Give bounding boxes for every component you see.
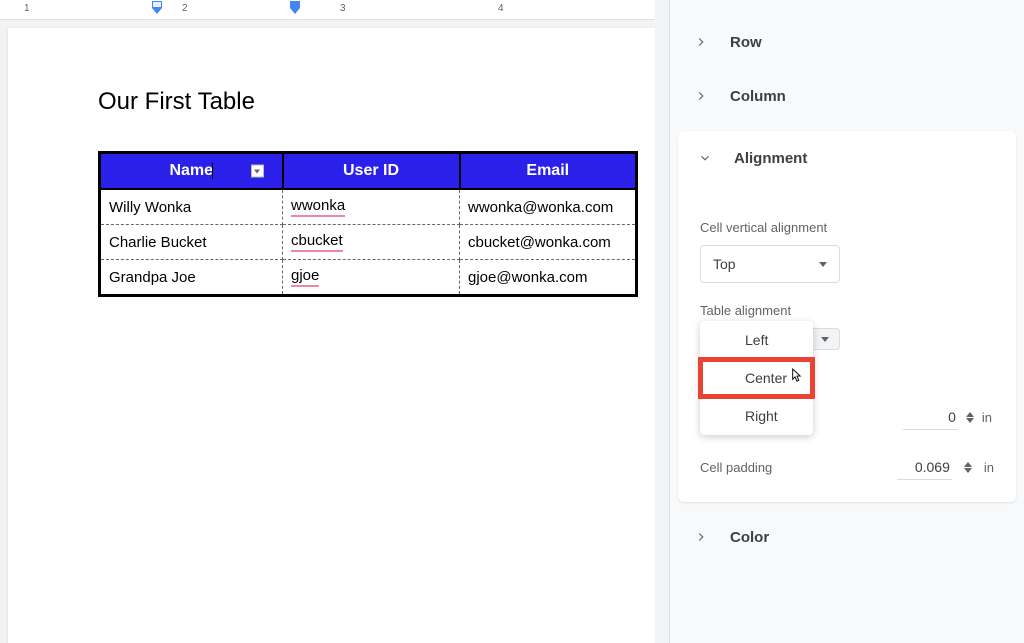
table-properties-sidebar: Row Column Alignment Cell vertical align… xyxy=(669,0,1024,643)
row-section-title: Row xyxy=(730,34,762,51)
table-row[interactable]: Willy Wonka wwonka wwonka@wonka.com xyxy=(100,189,637,225)
table-header-name[interactable]: Name xyxy=(100,153,283,190)
vertical-alignment-dropdown[interactable]: Top xyxy=(700,245,840,283)
cell-padding-input[interactable]: 0.069 xyxy=(897,455,952,480)
table-row[interactable]: Charlie Bucket cbucket cbucket@wonka.com xyxy=(100,225,637,260)
cell-userid[interactable]: gjoe xyxy=(283,260,460,296)
alignment-option-left[interactable]: Left xyxy=(700,321,813,359)
alignment-section: Alignment Cell vertical alignment Top Ta… xyxy=(678,131,1016,502)
table-header-row[interactable]: Name User ID Email xyxy=(100,153,637,190)
stepper-down-icon[interactable] xyxy=(966,418,974,423)
ruler-mark: 3 xyxy=(340,3,346,14)
cell-email[interactable]: gjoe@wonka.com xyxy=(460,260,637,296)
table-alignment-dropdown[interactable]: Left Center Right xyxy=(700,328,840,350)
document-table[interactable]: Name User ID Email Willy Wonka wwonka ww… xyxy=(98,151,638,297)
document-page[interactable]: Our First Table Name User ID Email Willy… xyxy=(8,28,668,643)
row-section[interactable]: Row xyxy=(670,15,1024,69)
alignment-option-right[interactable]: Right xyxy=(700,397,813,435)
cell-userid[interactable]: cbucket xyxy=(283,225,460,260)
chevron-right-icon xyxy=(692,528,710,546)
dropdown-caret-icon xyxy=(819,262,827,267)
stepper-down-icon[interactable] xyxy=(964,468,972,473)
vertical-alignment-label: Cell vertical alignment xyxy=(700,220,994,235)
alignment-section-header[interactable]: Alignment xyxy=(678,131,1016,185)
color-section-title: Color xyxy=(730,529,769,546)
left-indent-stepper[interactable] xyxy=(966,412,974,423)
first-line-indent-marker[interactable] xyxy=(152,1,162,8)
right-indent-marker[interactable] xyxy=(290,1,300,8)
right-indent-marker-handle[interactable] xyxy=(290,8,300,14)
cell-name[interactable]: Charlie Bucket xyxy=(100,225,283,260)
ruler-mark: 4 xyxy=(498,3,504,14)
table-alignment-label: Table alignment xyxy=(700,303,994,318)
left-indent-unit: in xyxy=(982,410,992,425)
cell-userid[interactable]: wwonka xyxy=(283,189,460,225)
ruler-mark: 1 xyxy=(24,3,30,14)
ruler-mark: 2 xyxy=(182,3,188,14)
chevron-right-icon xyxy=(692,33,710,51)
table-header-email[interactable]: Email xyxy=(460,153,637,190)
stepper-up-icon[interactable] xyxy=(966,412,974,417)
alignment-option-center[interactable]: Center xyxy=(700,359,813,397)
chevron-right-icon xyxy=(692,87,710,105)
color-section[interactable]: Color xyxy=(670,510,1024,564)
dropdown-caret-icon xyxy=(821,337,829,342)
horizontal-ruler[interactable]: 1 2 3 4 xyxy=(0,0,669,20)
pointer-cursor-icon xyxy=(788,368,803,388)
cell-padding-label: Cell padding xyxy=(700,460,885,475)
chevron-down-icon xyxy=(696,149,714,167)
table-header-userid[interactable]: User ID xyxy=(283,153,460,190)
text-cursor xyxy=(212,163,213,179)
stepper-up-icon[interactable] xyxy=(964,462,972,467)
alignment-section-title: Alignment xyxy=(734,150,807,167)
cell-name[interactable]: Willy Wonka xyxy=(100,189,283,225)
vertical-scrollbar[interactable] xyxy=(655,0,669,643)
left-indent-marker[interactable] xyxy=(152,8,162,14)
document-editor: 1 2 3 4 Our First Table Name User ID Ema… xyxy=(0,0,669,643)
cell-email[interactable]: cbucket@wonka.com xyxy=(460,225,637,260)
cell-padding-stepper[interactable] xyxy=(964,462,972,473)
vertical-alignment-value: Top xyxy=(713,256,736,272)
cell-name[interactable]: Grandpa Joe xyxy=(100,260,283,296)
table-row[interactable]: Grandpa Joe gjoe gjoe@wonka.com xyxy=(100,260,637,296)
cell-email[interactable]: wwonka@wonka.com xyxy=(460,189,637,225)
column-menu-handle[interactable] xyxy=(251,165,264,178)
column-section-title: Column xyxy=(730,88,786,105)
left-indent-input[interactable]: 0 xyxy=(903,405,958,430)
table-alignment-menu: Left Center Right xyxy=(700,321,813,435)
document-heading[interactable]: Our First Table xyxy=(98,88,638,116)
column-section[interactable]: Column xyxy=(670,69,1024,123)
cell-padding-unit: in xyxy=(984,460,994,475)
